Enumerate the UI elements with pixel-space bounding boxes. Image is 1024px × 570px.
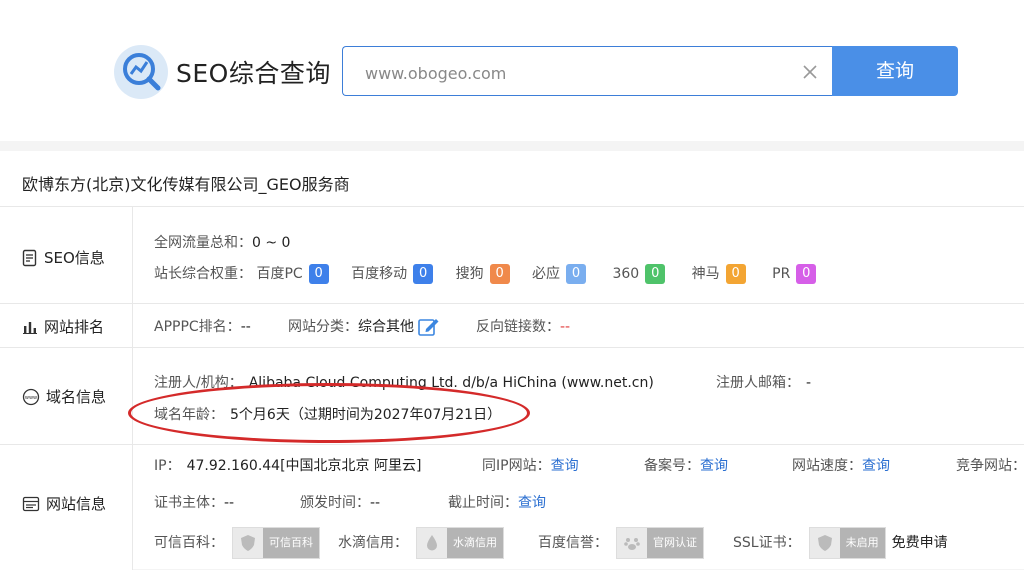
- domain-info-label: www 域名信息: [22, 386, 106, 407]
- shield-icon: [241, 535, 255, 551]
- traffic-total: 全网流量总和：0 ~ 0: [154, 235, 291, 251]
- registrant-email: 注册人邮箱： -: [716, 375, 812, 391]
- server-icon: [22, 496, 40, 511]
- weight-bing[interactable]: 必应 0: [532, 264, 587, 284]
- weight-shenma[interactable]: 神马 0: [692, 264, 746, 284]
- site-info-label: 网站信息: [22, 493, 106, 514]
- edit-icon[interactable]: [418, 317, 440, 337]
- ssl-apply-link[interactable]: 免费申请: [892, 535, 948, 551]
- seo-info-row: SEO信息 全网流量总和：0 ~ 0 站长综合权重： 百度PC 0 百度移动 0 搜…: [0, 206, 1024, 304]
- seo-logo-icon: [114, 45, 168, 99]
- water-badge[interactable]: 水滴信用: [416, 527, 504, 559]
- trust-encyclopedia: 可信百科： 可信百科: [154, 527, 320, 559]
- ssl-certificate: SSL证书： 未启用 免费申请: [733, 527, 948, 559]
- same-ip-query-link[interactable]: 查询: [551, 458, 579, 474]
- weight-baidu-pc[interactable]: 百度PC 0: [256, 264, 329, 284]
- clear-icon[interactable]: [800, 62, 820, 82]
- weight-label: 站长综合权重：: [154, 266, 252, 282]
- site-speed: 网站速度：查询: [792, 458, 890, 474]
- speed-query-link[interactable]: 查询: [862, 458, 890, 474]
- www-globe-icon: www: [22, 388, 40, 405]
- weight-baidu-mobile[interactable]: 百度移动 0: [351, 264, 434, 284]
- cert-expire-time: 截止时间：查询: [448, 495, 546, 511]
- trust-badge[interactable]: 可信百科: [232, 527, 320, 559]
- brand-title: SEO综合查询: [176, 59, 331, 88]
- document-icon: [22, 249, 37, 266]
- search-input[interactable]: [363, 59, 787, 87]
- ssl-badge[interactable]: 未启用: [808, 527, 886, 559]
- domain-age: 域名年龄： 5个月6天（过期时间为2027年07月21日）: [154, 407, 502, 423]
- ssl-shield-icon: [817, 535, 832, 551]
- svg-text:www: www: [25, 395, 37, 401]
- company-title: 欧博东方(北京)文化传媒有限公司_GEO服务商: [22, 175, 350, 194]
- icp-number: 备案号：查询: [644, 458, 728, 474]
- water-credit: 水滴信用： 水滴信用: [338, 527, 504, 559]
- apppc-rank: APPPC排名：--: [154, 319, 251, 335]
- site-info-row: 网站信息 IP： 47.92.160.44[中国北京北京 阿里云] 同IP网站：查…: [0, 444, 1024, 570]
- bar-chart-icon: [23, 321, 37, 334]
- registrant: 注册人/机构： Alibaba Cloud Computing Ltd. d/b/…: [154, 375, 654, 391]
- baidu-badge[interactable]: 官网认证: [616, 527, 704, 559]
- weight-pr[interactable]: PR 0: [772, 264, 817, 284]
- cert-subject: 证书主体：--: [154, 495, 235, 511]
- site-rank-row: 网站排名 APPPC排名：-- 网站分类：综合其他 反向链接数：--: [0, 303, 1024, 348]
- competitor-sites: 竞争网站：: [956, 458, 1024, 474]
- weight-sogou[interactable]: 搜狗 0: [456, 264, 510, 284]
- header: SEO综合查询 查询: [0, 0, 1024, 141]
- domain-info-row: www 域名信息 注册人/机构： Alibaba Cloud Computing …: [0, 347, 1024, 445]
- water-drop-icon: [427, 535, 437, 551]
- ip-address: IP： 47.92.160.44[中国北京北京 阿里云]: [154, 458, 422, 474]
- result-panel: 欧博东方(北京)文化传媒有限公司_GEO服务商 SEO信息 全网流量总和：0 ~…: [0, 151, 1024, 570]
- search-button[interactable]: 查询: [832, 46, 958, 96]
- icp-query-link[interactable]: 查询: [700, 458, 728, 474]
- site-rank-label: 网站排名: [22, 316, 104, 337]
- baidu-reputation: 百度信誉： 官网认证: [538, 527, 704, 559]
- cert-issue-time: 颁发时间：--: [300, 495, 381, 511]
- seo-info-label: SEO信息: [22, 247, 105, 268]
- weight-line: 站长综合权重： 百度PC 0 百度移动 0 搜狗 0 必应 0 360 0 神马 0 PR 0: [154, 263, 817, 284]
- paw-icon: [624, 538, 640, 550]
- site-category: 网站分类：综合其他: [288, 316, 440, 337]
- same-ip-sites: 同IP网站：查询: [482, 458, 579, 474]
- weight-360[interactable]: 360 0: [612, 264, 666, 284]
- expire-query-link[interactable]: 查询: [518, 495, 546, 511]
- search-box[interactable]: [342, 46, 832, 96]
- backlinks: 反向链接数：--: [476, 319, 571, 335]
